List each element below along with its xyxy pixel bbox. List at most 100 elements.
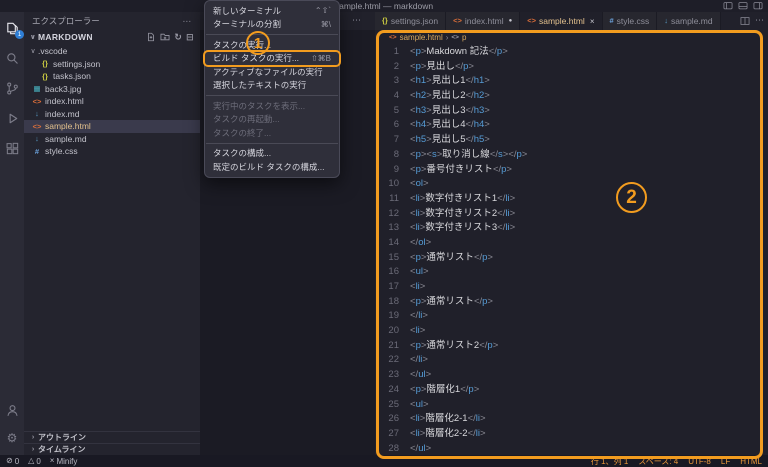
menu-item[interactable]: タスクの構成...	[205, 147, 339, 161]
refresh-icon[interactable]: ↻	[174, 33, 182, 42]
status-item[interactable]: 行 1、列 1	[591, 456, 628, 467]
menu-item[interactable]: 新しいターミナル⌃⇧`	[205, 4, 339, 18]
menu-item[interactable]: タスクの実行...	[205, 38, 339, 52]
activity-source-control[interactable]	[3, 79, 21, 97]
css-file-icon: #	[610, 17, 614, 25]
file-tree-item[interactable]: {}settings.json	[24, 58, 200, 71]
editor-tab[interactable]: ↓sample.md	[657, 12, 720, 30]
code-line: 25<ul>	[375, 398, 768, 413]
editor-tab[interactable]: <>sample.html×	[520, 12, 602, 30]
code-text: <p>通常リスト2</p>	[410, 339, 498, 354]
activity-settings[interactable]: ⚙	[3, 429, 21, 447]
activity-run-debug[interactable]	[3, 109, 21, 127]
chevron-right-icon: ›	[28, 434, 38, 441]
html-file-icon: <>	[32, 123, 42, 131]
code-line: 23</ul>	[375, 368, 768, 383]
menu-item[interactable]: 選択したテキストの実行	[205, 79, 339, 93]
file-tree-item[interactable]: <>index.html	[24, 95, 200, 108]
close-icon: ×	[50, 457, 55, 465]
code-editor[interactable]: 1<p>Makdown 記法</p>2<p>見出し</p>3<h1>見出し1</…	[375, 44, 768, 455]
terminal-menu: 新しいターミナル⌃⇧`ターミナルの分割⌘\ タスクの実行...ビルド タスクの実行…	[204, 0, 340, 178]
activity-bar-bottom: ⚙	[3, 401, 21, 455]
html-file-icon: <>	[527, 17, 536, 25]
line-number: 15	[375, 251, 399, 266]
activity-explorer[interactable]: 1	[3, 19, 21, 37]
editor-tab[interactable]: #style.css	[603, 12, 658, 30]
editor-tab[interactable]: {}settings.json	[375, 12, 446, 30]
chevron-down-icon: ∨	[28, 47, 38, 55]
layout-panel-icon[interactable]	[738, 1, 748, 11]
file-tree-item[interactable]: ↓index.md	[24, 108, 200, 121]
menu-item-label: 既定のビルド タスクの構成...	[213, 161, 324, 173]
code-line: 9<p>番号付きリスト</p>	[375, 163, 768, 178]
code-text: <p>通常リスト</p>	[410, 295, 493, 310]
account-icon	[5, 403, 20, 418]
more-icon[interactable]: ⋯	[755, 16, 764, 26]
collapse-all-icon[interactable]: ⊟	[186, 33, 194, 42]
layout-right-icon[interactable]	[753, 1, 763, 11]
breadcrumb[interactable]: <> sample.html › <> p	[375, 30, 768, 44]
status-bar: ⊘0△0×Minify 行 1、列 1スペース: 4UTF-8LFHTML	[0, 455, 768, 467]
new-file-icon[interactable]	[146, 32, 156, 42]
code-line: 28</ul>	[375, 442, 768, 455]
menu-shortcut: ⇧⌘B	[306, 54, 331, 63]
status-item[interactable]: △0	[28, 457, 41, 466]
code-text: </ul>	[410, 442, 431, 455]
menu-item[interactable]: 既定のビルド タスクの構成...	[205, 160, 339, 174]
workspace-section-header[interactable]: ∨ MARKDOWN ↻⊟	[24, 30, 200, 44]
new-folder-icon[interactable]	[160, 32, 170, 42]
code-text: <li>階層化2-2</li>	[410, 427, 486, 442]
code-text: <h5>見出し5</h5>	[410, 133, 490, 148]
menu-shortcut: ⌃⇧`	[310, 6, 331, 15]
line-number: 23	[375, 368, 399, 383]
status-item[interactable]: ×Minify	[50, 457, 78, 466]
split-editor-icon[interactable]	[740, 16, 750, 26]
file-tree-item[interactable]: ↓sample.md	[24, 133, 200, 146]
image-file-icon: ▦	[32, 85, 42, 93]
code-text: <p><s>取り消し線</s></p>	[410, 148, 527, 163]
line-number: 22	[375, 353, 399, 368]
activity-account[interactable]	[3, 401, 21, 419]
code-text: <li>数字付きリスト3</li>	[410, 221, 515, 236]
more-actions-icon[interactable]: ⋯	[183, 16, 193, 27]
sidebar-panel-タイムライン[interactable]: ›タイムライン	[24, 443, 200, 455]
activity-extensions[interactable]	[3, 139, 21, 157]
file-tree-item[interactable]: <>sample.html	[24, 120, 200, 133]
activity-search[interactable]	[3, 49, 21, 67]
status-item[interactable]: UTF-8	[688, 457, 711, 466]
close-icon[interactable]: ×	[590, 17, 595, 26]
editor-group: <> sample.html › <> p 1<p>Makdown 記法</p>…	[375, 30, 768, 455]
warning-icon: △	[28, 457, 34, 465]
code-line: 12<li>数字付きリスト2</li>	[375, 207, 768, 222]
status-right: 行 1、列 1 スペース: 4 UTF-8 LF HTML	[591, 456, 762, 467]
code-line: 2<p>見出し</p>	[375, 60, 768, 75]
breadcrumb-separator: ›	[446, 33, 449, 42]
html-file-icon: <>	[389, 34, 397, 41]
line-number: 25	[375, 398, 399, 413]
layout-sidebar-icon[interactable]	[723, 1, 733, 11]
file-tree-item[interactable]: ▦back3.jpg	[24, 83, 200, 96]
panel-label: アウトライン	[38, 432, 86, 443]
file-name: index.html	[45, 96, 84, 106]
file-tree-item[interactable]: #style.css	[24, 145, 200, 158]
code-text: <p>階層化1</p>	[410, 383, 479, 398]
menu-item[interactable]: ビルド タスクの実行...⇧⌘B	[205, 52, 339, 66]
titlebar-layout-actions	[723, 1, 763, 11]
editor-tab[interactable]: <>index.html●	[446, 12, 520, 30]
menu-item[interactable]: ターミナルの分割⌘\	[205, 18, 339, 32]
status-item[interactable]: LF	[721, 457, 730, 466]
file-tree-item[interactable]: {}tasks.json	[24, 70, 200, 83]
breadcrumb-symbol[interactable]: p	[462, 33, 466, 42]
status-text: 0	[15, 457, 19, 466]
status-item[interactable]: ⊘0	[6, 457, 19, 466]
sidebar-panel-アウトライン[interactable]: ›アウトライン	[24, 431, 200, 443]
status-item[interactable]: HTML	[740, 457, 762, 466]
menu-item[interactable]: アクティブなファイルの実行	[205, 65, 339, 79]
file-tree-item[interactable]: ∨.vscode	[24, 45, 200, 58]
line-number: 21	[375, 339, 399, 354]
tab-overflow-icon[interactable]: ⋯	[352, 15, 361, 26]
line-number: 13	[375, 221, 399, 236]
status-item[interactable]: スペース: 4	[638, 456, 678, 467]
breadcrumb-file[interactable]: sample.html	[400, 33, 443, 42]
menu-divider	[206, 34, 338, 35]
